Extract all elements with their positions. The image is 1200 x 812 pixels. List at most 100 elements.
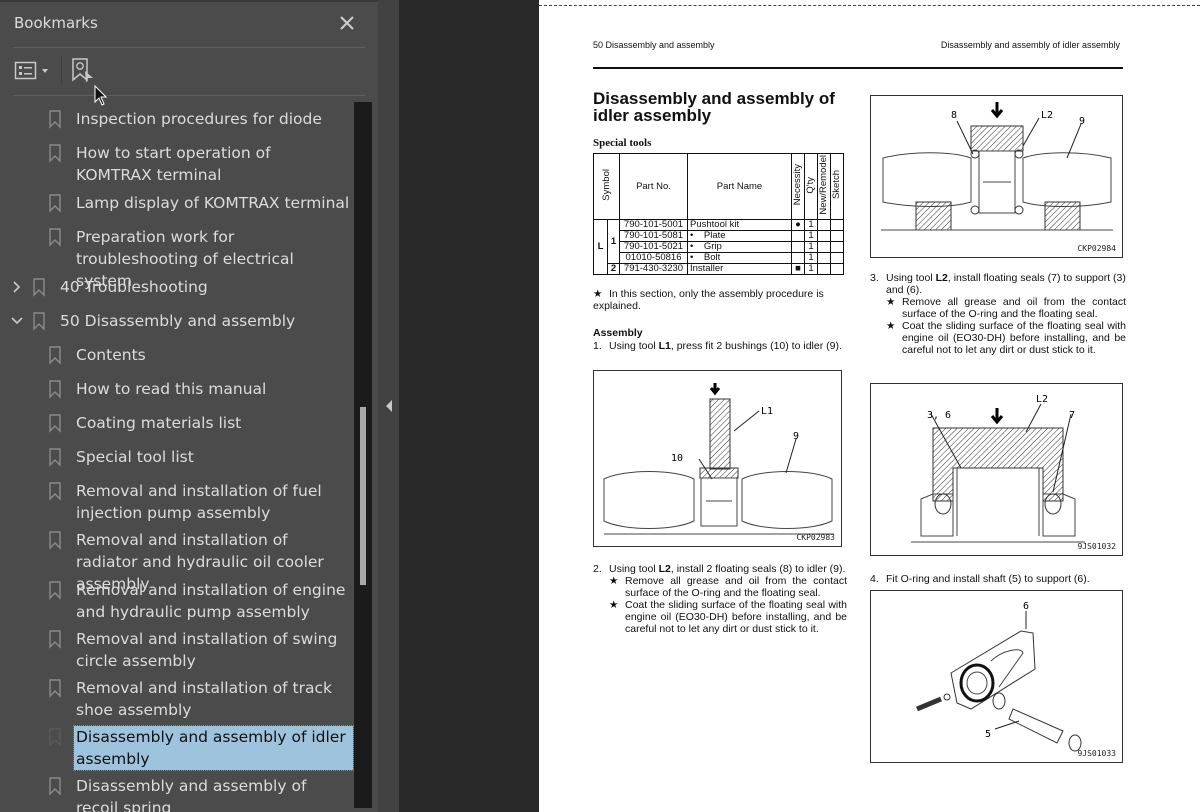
bookmark-label: Removal and installation of swing circle… [76,630,338,670]
bookmark-item[interactable]: 50 Disassembly and assembly [8,310,348,332]
part-name-cell: Pushtool kit [687,219,792,231]
header-rule [593,67,1123,69]
collapse-panel-icon[interactable] [384,399,394,413]
sketch-cell [830,241,844,253]
bookmark-item[interactable]: Disassembly and assembly of recoil sprin… [48,775,353,812]
step-text: Using tool L1, press fit 2 bushings (10)… [609,340,842,352]
part-no-cell: 01010-50816 [619,252,688,264]
figure-label: L2 [1041,110,1053,121]
bookmark-item[interactable]: Disassembly and assembly of idler assemb… [48,725,354,771]
bookmark-item[interactable]: Removal and installation of engine and h… [48,579,353,623]
bookmark-icon [48,677,62,699]
col-header: Part No. [619,153,688,220]
divider [13,95,365,96]
subsymbol-cell: 1 [606,219,621,264]
bookmark-label: 50 Disassembly and assembly [60,312,296,330]
star-icon: ★ [886,320,896,332]
bookmark-options-button[interactable] [14,59,54,85]
table-row: L 1 790-101-5001 Pushtool kit ● 1 [593,219,844,275]
chevron-right-icon[interactable] [8,276,26,298]
figure-code: 9JS01032 [1077,542,1116,551]
bookmark-icon [48,226,62,248]
step: 3. Using tool L2, install floating seals … [870,272,1126,356]
step-text: Using tool L2, install floating seals (7… [886,272,1126,296]
new-remodel-cell [817,252,831,264]
bookmark-icon [48,344,62,366]
step-note: ★ Remove all grease and oil from the cont… [609,575,847,599]
figure-label: 9 [793,431,799,442]
shaft-support-diagram: 6 5 [916,601,1082,752]
figure-ckp02984: 8 L2 9 CKP02984 [870,95,1123,258]
assembly-heading: Assembly [593,327,643,339]
find-current-bookmark-button[interactable] [70,56,98,86]
bookmark-label: Removal and installation of engine and h… [76,581,346,621]
divider [13,47,365,48]
bookmark-item[interactable]: Special tool list [48,446,353,468]
symbol-cell: L [593,219,608,275]
bookmark-item[interactable]: Removal and installation of track shoe a… [48,677,353,721]
bookmarks-panel: Bookmarks Inspection procedures for diod… [0,0,378,812]
floating-seal-idler-diagram: 8 L2 9 [881,102,1113,231]
sketch-cell [830,219,844,231]
table-row: 01010-50816 • Bolt 1 [594,252,844,264]
bookmark-item[interactable]: Contents [48,344,353,366]
bookmark-item[interactable]: Removal and installation of swing circle… [48,628,353,672]
bookmark-label: Special tool list [76,448,194,466]
panel-title: Bookmarks [14,14,98,32]
qty-cell: 1 [804,241,818,253]
necessity-cell [791,252,805,264]
table-row: 790-101-5021 • Grip 1 [594,241,844,253]
bookmark-icon [48,142,62,164]
qty-cell: 1 [804,263,818,275]
figure-label: 5 [985,729,991,740]
table-row: 2 791-430-3230 Installer ■ 1 [594,263,844,275]
part-name-cell: • Grip [687,241,792,253]
chevron-down-icon[interactable] [8,310,26,332]
toolbar-separator [61,55,62,85]
bookmark-label: Lamp display of KOMTRAX terminal [76,194,350,212]
step-number: 2. [593,563,602,575]
bookmark-icon [48,446,62,468]
col-header: Q'ty [805,176,816,194]
bookmark-item[interactable]: How to start operation of KOMTRAX termin… [48,142,353,186]
bookmark-label: Inspection procedures for diode [76,110,322,128]
new-remodel-cell [817,263,831,275]
new-remodel-cell [817,219,831,231]
bookmark-label: Contents [76,346,146,364]
bookmark-label: Disassembly and assembly of idler assemb… [73,725,354,771]
note: ★ In this section, only the assembly proc… [593,288,824,312]
necessity-cell: ■ [791,263,805,275]
support-floating-seal-diagram: L2 3, 6 7 [911,394,1085,543]
step-text: Using tool L2, install 2 floating seals … [609,563,846,575]
sketch-cell [830,252,844,264]
section-title: Disassembly and assembly of idler assemb… [593,89,835,125]
step: 4. Fit O-ring and install shaft (5) to su… [870,573,1126,585]
col-header: Symbol [600,169,612,201]
step-note: ★ Remove all grease and oil from the cont… [886,296,1126,320]
bookmark-item[interactable]: Removal and installation of fuel injecti… [48,480,353,524]
bookmark-item[interactable]: Coating materials list [48,412,353,434]
figure-code: 9JS01033 [1077,749,1116,758]
bookmark-icon [48,628,62,650]
step-note: ★ Coat the sliding surface of the floatin… [609,599,847,635]
new-remodel-cell [817,230,831,242]
special-tools-heading: Special tools [593,137,652,149]
bookmark-item[interactable]: Lamp display of KOMTRAX terminal [48,192,353,214]
bookmark-label: 40 Troubleshooting [60,278,208,296]
scrollbar-thumb[interactable] [360,407,366,585]
bookmark-icon [48,192,62,214]
figure-ckp02983: L1 10 9 CKP02983 [593,370,842,547]
bookmark-icon [48,378,62,400]
bookmark-icon [48,108,62,130]
part-name-cell: • Plate [687,230,792,242]
bookmark-item[interactable]: 40 Troubleshooting [8,276,348,298]
close-panel-button[interactable] [336,12,358,34]
figure-label: 10 [671,453,683,464]
bookmark-item[interactable]: Inspection procedures for diode [48,108,353,130]
figure-label: 9 [1079,116,1085,127]
col-header: Part Name [687,153,792,220]
star-icon: ★ [609,575,619,587]
bookmark-item[interactable]: How to read this manual [48,378,353,400]
figure-code: CKP02984 [1077,244,1116,253]
sketch-cell [830,230,844,242]
